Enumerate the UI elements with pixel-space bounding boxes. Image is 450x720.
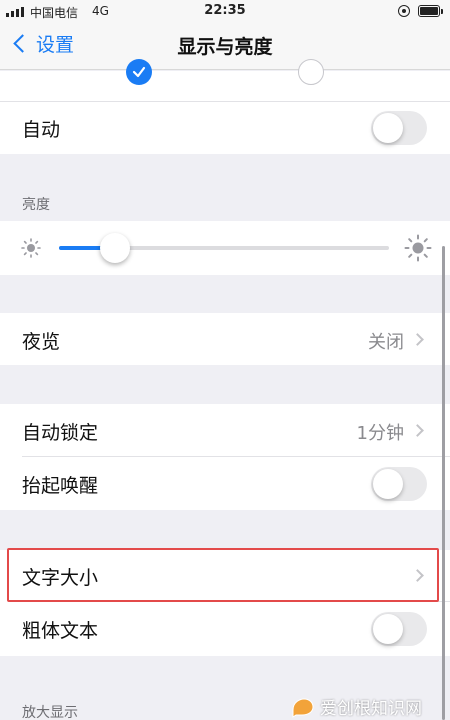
automatic-row[interactable]: 自动: [0, 102, 450, 154]
auto-lock-label: 自动锁定: [22, 422, 99, 444]
auto-lock-value: 1分钟: [356, 423, 404, 444]
brightness-row: [0, 221, 450, 275]
night-shift-label: 夜览: [22, 331, 61, 353]
brightness-slider-thumb[interactable]: [100, 233, 131, 263]
chevron-right-icon: [411, 424, 424, 437]
brightness-header: 亮度: [22, 197, 50, 213]
screen-rotation-lock-icon: [398, 5, 410, 17]
battery-cap: [441, 9, 443, 14]
status-time: 22:35: [204, 3, 246, 18]
night-shift-value: 关闭: [368, 332, 404, 353]
battery-icon: [418, 5, 440, 17]
status-bar: 中国电信 4G 22:35: [0, 0, 450, 24]
raise-to-wake-toggle[interactable]: [371, 467, 427, 501]
watermark: 爱创根知识网: [290, 694, 422, 719]
raise-to-wake-row[interactable]: 抬起唤醒: [0, 457, 450, 510]
bold-text-toggle[interactable]: [371, 612, 427, 646]
watermark-text: 爱创根知识网: [320, 699, 422, 719]
chevron-right-icon: [411, 333, 424, 346]
checkmark-icon: [132, 66, 146, 78]
page-title: 显示与亮度: [177, 36, 273, 58]
watermark-logo-icon: [292, 697, 314, 718]
automatic-label: 自动: [22, 119, 61, 141]
night-shift-row[interactable]: 夜览 关闭: [0, 313, 450, 365]
sun-small-icon: [21, 238, 41, 258]
raise-to-wake-label: 抬起唤醒: [22, 475, 99, 497]
scroll-indicator[interactable]: [442, 246, 445, 720]
bold-text-row[interactable]: 粗体文本: [0, 602, 450, 656]
display-zoom-header: 放大显示: [22, 705, 78, 720]
dark-mode-option[interactable]: [298, 59, 324, 85]
automatic-toggle[interactable]: [371, 111, 427, 145]
sun-large-icon: [404, 234, 432, 262]
navigation-bar: 设置 显示与亮度: [0, 24, 450, 70]
appearance-picker: [0, 59, 450, 102]
auto-lock-row[interactable]: 自动锁定 1分钟: [0, 404, 450, 457]
light-mode-option[interactable]: [126, 59, 152, 85]
bold-text-label: 粗体文本: [22, 620, 99, 642]
text-size-highlight-box: [7, 548, 439, 602]
